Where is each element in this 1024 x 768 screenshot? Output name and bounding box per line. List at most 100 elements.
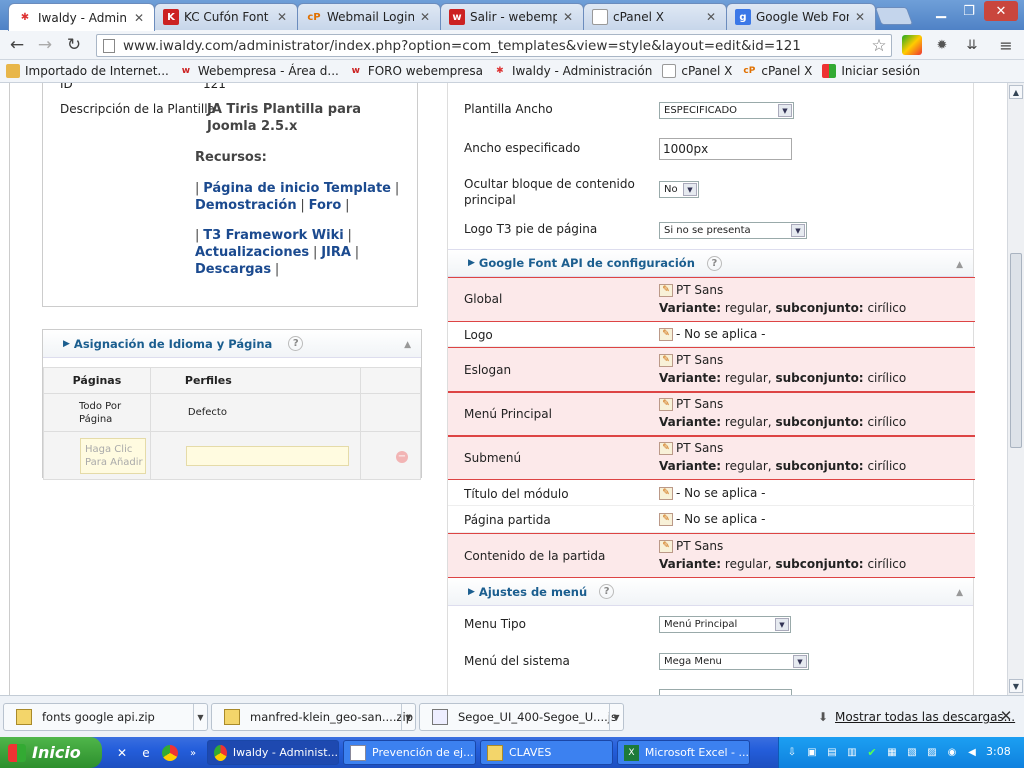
logo-t3-select[interactable]: Si no se presenta ▼ xyxy=(659,222,807,239)
bug-icon[interactable]: ✹ xyxy=(932,35,952,55)
quicklaunch-more-icon[interactable]: » xyxy=(186,745,200,761)
font-selector[interactable]: ✎ PT Sans xyxy=(659,397,723,411)
assignment-header[interactable]: ▶ Asignación de Idioma y Página ? ▲ xyxy=(43,330,421,358)
link-demostracion[interactable]: Demostración xyxy=(195,198,297,213)
tab-cpanel[interactable]: cPanel X ✕ xyxy=(583,3,727,30)
quicklaunch-x-icon[interactable]: ✕ xyxy=(114,745,130,761)
link-foro[interactable]: Foro xyxy=(309,198,342,213)
tray-app-icon[interactable]: ▤ xyxy=(825,745,839,759)
font-selector[interactable]: ✎ PT Sans xyxy=(659,353,723,367)
restore-icon[interactable]: ❐ xyxy=(956,1,982,21)
download-item[interactable]: manfred-klein_geo-san....zip ▼ xyxy=(211,703,416,731)
plantilla-ancho-select[interactable]: ESPECIFICADO ▼ xyxy=(659,102,794,119)
tray-app-icon[interactable]: ▥ xyxy=(845,745,859,759)
tray-app-icon[interactable]: ▦ xyxy=(885,745,899,759)
font-selector[interactable]: ✎ - No se aplica - xyxy=(659,486,765,500)
scroll-down-icon[interactable]: ▼ xyxy=(1009,679,1023,693)
font-selector[interactable]: ✎ PT Sans xyxy=(659,441,723,455)
vertical-scrollbar[interactable]: ▲ ▼ xyxy=(1007,83,1024,695)
bookmark-iwaldy[interactable]: ✱ Iwaldy - Administración xyxy=(493,64,652,78)
bookmark-cpanel-1[interactable]: cPanel X xyxy=(662,64,732,78)
start-button[interactable]: Inicio xyxy=(0,737,102,768)
download-arrows-icon[interactable]: ⇊ xyxy=(962,35,982,55)
tray-app-icon[interactable]: ▨ xyxy=(925,745,939,759)
google-icon: g xyxy=(735,9,751,25)
click-to-add-box[interactable]: Haga Clic Para Añadir xyxy=(80,437,146,474)
logo-t3-value: Si no se presenta xyxy=(664,225,751,236)
link-jira[interactable]: JIRA xyxy=(321,245,351,260)
taskbar-button-excel[interactable]: X Microsoft Excel - ... xyxy=(617,740,750,765)
tab-salir[interactable]: w Salir - webempresa ✕ xyxy=(440,3,584,30)
taskbar-button-chrome[interactable]: Iwaldy - Administ... xyxy=(207,740,339,765)
font-selector[interactable]: ✎ - No se aplica - xyxy=(659,327,765,341)
collapse-up-icon[interactable]: ▲ xyxy=(956,260,963,270)
variante-value: regular, xyxy=(724,301,772,315)
extension-icon[interactable] xyxy=(902,35,922,55)
link-descargas[interactable]: Descargas xyxy=(195,262,271,277)
bookmark-foro[interactable]: w FORO webempresa xyxy=(349,64,483,78)
pencil-icon: ✎ xyxy=(659,441,673,455)
close-icon[interactable]: ✕ xyxy=(998,707,1014,725)
close-icon[interactable]: ✕ xyxy=(418,10,432,24)
font-selector[interactable]: ✎ PT Sans xyxy=(659,539,723,553)
ocultar-select[interactable]: No ▼ xyxy=(659,181,699,198)
download-item[interactable]: fonts google api.zip ▼ xyxy=(3,703,208,731)
new-tab-button[interactable] xyxy=(874,7,914,25)
menu-tipo-select[interactable]: Menú Principal ▼ xyxy=(659,616,791,633)
dropdown-arrow-icon[interactable]: ▼ xyxy=(193,704,207,730)
bookmark-importado[interactable]: Importado de Internet... xyxy=(6,64,169,78)
close-icon[interactable]: ✕ xyxy=(704,10,718,24)
google-font-section-header[interactable]: ▶ Google Font API de configuración ? ▲ xyxy=(448,249,973,277)
reload-icon[interactable]: ↻ xyxy=(63,35,85,55)
scroll-thumb[interactable] xyxy=(1010,253,1022,448)
bookmark-cpanel-2[interactable]: cP cPanel X xyxy=(742,64,812,78)
tab-webmail[interactable]: cP Webmail Login ✕ xyxy=(297,3,441,30)
tray-app-icon[interactable]: ◉ xyxy=(945,745,959,759)
collapse-up-icon[interactable]: ▲ xyxy=(956,588,963,598)
bookmark-webempresa[interactable]: w Webempresa - Área d... xyxy=(179,64,339,78)
close-icon[interactable]: ✕ xyxy=(132,11,146,25)
menu-sistema-select[interactable]: Mega Menu ▼ xyxy=(659,653,809,670)
menu-settings-section-header[interactable]: ▶ Ajustes de menú ? ▲ xyxy=(448,578,973,606)
scroll-up-icon[interactable]: ▲ xyxy=(1009,85,1023,99)
tab-google-fonts[interactable]: g Google Web Fonts ✕ xyxy=(726,3,876,30)
collapse-up-icon[interactable]: ▲ xyxy=(404,340,411,350)
help-icon[interactable]: ? xyxy=(706,255,722,271)
download-item[interactable]: Segoe_UI_400-Segoe_U....js ▼ xyxy=(419,703,624,731)
tray-volume-icon[interactable]: ◀ xyxy=(965,745,979,759)
address-bar[interactable]: www.iwaldy.com/administrator/index.php?o… xyxy=(96,34,892,57)
taskbar-button-prevencion[interactable]: Prevención de ej... xyxy=(343,740,476,765)
taskbar-button-claves[interactable]: CLAVES xyxy=(480,740,613,765)
close-icon[interactable]: ✕ xyxy=(853,10,867,24)
close-icon[interactable]: ✕ xyxy=(275,10,289,24)
show-all-downloads-link[interactable]: Mostrar todas las descargas... xyxy=(835,710,1015,724)
font-selector[interactable]: ✎ - No se aplica - xyxy=(659,512,765,526)
star-icon[interactable]: ☆ xyxy=(869,36,889,56)
link-pagina-inicio[interactable]: Página de inicio Template xyxy=(203,181,391,196)
remove-icon[interactable]: − xyxy=(396,450,408,463)
link-actualizaciones[interactable]: Actualizaciones xyxy=(195,245,309,260)
tray-check-icon[interactable]: ✔ xyxy=(865,745,879,759)
tray-network-icon[interactable]: ▣ xyxy=(805,745,819,759)
wrench-menu-icon[interactable]: ≡ xyxy=(996,35,1016,55)
font-selector[interactable]: ✎ PT Sans xyxy=(659,283,723,297)
back-arrow-icon[interactable]: ← xyxy=(6,35,28,55)
help-icon[interactable]: ? xyxy=(599,584,615,599)
quicklaunch-ie-icon[interactable]: e xyxy=(138,745,154,761)
tab-kc-cufon[interactable]: K KC Cufón Font Rep ✕ xyxy=(154,3,298,30)
link-t3-wiki[interactable]: T3 Framework Wiki xyxy=(203,228,343,243)
dropdown-arrow-icon[interactable]: ▼ xyxy=(401,704,415,730)
tab-iwaldy[interactable]: ✱ Iwaldy - Administr ✕ xyxy=(8,3,155,31)
perfil-select-empty[interactable] xyxy=(185,445,349,466)
tray-app-icon[interactable]: ▧ xyxy=(905,745,919,759)
dropdown-arrow-icon[interactable]: ▼ xyxy=(609,704,623,730)
bookmark-iniciar-sesion[interactable]: Iniciar sesión xyxy=(822,64,920,78)
help-icon[interactable]: ? xyxy=(288,336,304,351)
forward-arrow-icon[interactable]: → xyxy=(34,35,56,55)
tray-arrow-icon[interactable]: ⇩ xyxy=(785,745,799,759)
close-window-icon[interactable]: ✕ xyxy=(984,1,1018,21)
close-icon[interactable]: ✕ xyxy=(561,10,575,24)
ancho-input[interactable]: 1000px xyxy=(659,138,792,160)
quicklaunch-chrome-icon[interactable] xyxy=(162,745,178,761)
minimize-icon[interactable]: ▁ xyxy=(928,1,954,21)
